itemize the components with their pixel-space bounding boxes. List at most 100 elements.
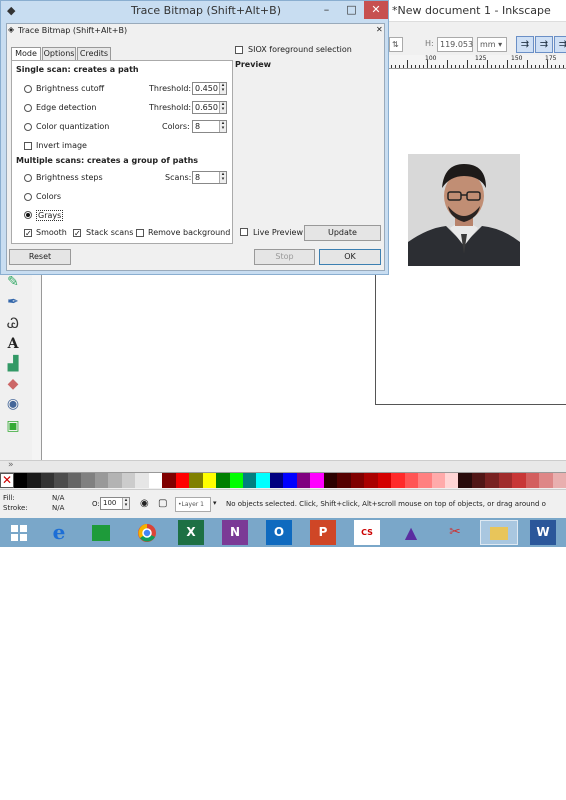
file-explorer-icon[interactable] — [480, 520, 518, 545]
color-swatch[interactable] — [445, 473, 459, 488]
tab-credits[interactable]: Credits — [77, 47, 111, 60]
tweak-tool-icon[interactable]: Ꮚ — [5, 316, 21, 332]
pen-tool-icon[interactable]: ✎ — [5, 274, 21, 290]
edge-threshold-input[interactable]: 0.650 ▴ ▾ — [192, 101, 227, 114]
cs-eagle-icon[interactable]: CS — [354, 520, 380, 545]
color-swatch[interactable] — [94, 473, 109, 488]
chrome-icon[interactable] — [134, 520, 160, 545]
stepper-icon[interactable]: ▴ ▾ — [219, 121, 226, 132]
onenote-icon[interactable]: N — [222, 520, 248, 545]
color-swatch[interactable] — [81, 473, 95, 488]
maximize-icon[interactable]: □ — [339, 1, 364, 19]
brightness-steps-radio[interactable] — [24, 174, 32, 182]
color-swatch[interactable] — [256, 473, 270, 488]
minimize-icon[interactable]: – — [314, 1, 339, 19]
ok-button[interactable]: OK — [319, 249, 381, 265]
color-quantization-radio[interactable] — [24, 123, 32, 131]
portrait-photo[interactable] — [408, 154, 520, 266]
color-swatch[interactable] — [296, 473, 311, 488]
color-swatch[interactable] — [337, 473, 351, 488]
stop-button[interactable]: Stop — [254, 249, 315, 265]
remove-background-checkbox[interactable] — [136, 229, 144, 237]
color-swatch[interactable] — [512, 473, 526, 488]
visibility-eye-icon[interactable]: ◉ — [140, 498, 149, 509]
color-swatch[interactable] — [404, 473, 419, 488]
color-palette[interactable]: ✕ — [0, 472, 566, 488]
update-button[interactable]: Update — [304, 225, 381, 241]
color-swatch[interactable] — [14, 473, 28, 488]
color-swatch[interactable] — [40, 473, 55, 488]
stack-scans-checkbox[interactable]: ✓ — [73, 229, 81, 238]
move-gradients-button[interactable]: ⇉ — [554, 36, 566, 53]
layer-dropdown-icon[interactable]: ▾ — [213, 499, 217, 507]
outlook-icon[interactable]: O — [266, 520, 292, 545]
scans-input[interactable]: 8 ▴ ▾ — [192, 171, 227, 184]
lock-icon[interactable]: ⇅ — [389, 37, 403, 52]
horizontal-scrollbar[interactable]: » — [0, 460, 566, 472]
windows-start-icon[interactable] — [6, 520, 32, 545]
close-icon[interactable]: ✕ — [364, 1, 388, 19]
live-preview-checkbox[interactable] — [240, 228, 248, 236]
color-swatch[interactable] — [350, 473, 365, 488]
stepper-icon[interactable]: ▴ ▾ — [219, 172, 226, 183]
color-swatch[interactable] — [485, 473, 499, 488]
color-swatch[interactable] — [121, 473, 136, 488]
color-swatch[interactable] — [418, 473, 432, 488]
layer-lock-icon[interactable]: ▢ — [158, 498, 167, 509]
expand-icon[interactable]: » — [8, 460, 14, 470]
color-swatch[interactable] — [27, 473, 41, 488]
color-swatch[interactable] — [471, 473, 486, 488]
spray-tool-icon[interactable]: ▟ — [5, 356, 21, 372]
dialog-title-bar[interactable]: ◆ Trace Bitmap (Shift+Alt+B) – □ ✕ — [1, 1, 388, 23]
colors-radio[interactable] — [24, 193, 32, 201]
color-swatch[interactable] — [54, 473, 68, 488]
color-swatch[interactable] — [108, 473, 122, 488]
paint-bucket-icon[interactable]: ◉ — [5, 396, 21, 412]
stepper-icon[interactable]: ▴ ▾ — [219, 102, 226, 113]
invert-image-checkbox[interactable] — [24, 142, 32, 150]
brightness-cutoff-radio[interactable] — [24, 85, 32, 93]
color-swatch[interactable] — [283, 473, 297, 488]
color-swatch[interactable] — [364, 473, 378, 488]
color-swatch[interactable] — [148, 473, 163, 488]
reset-button[interactable]: Reset — [9, 249, 71, 265]
color-swatch[interactable] — [135, 473, 149, 488]
text-tool-icon[interactable]: A — [5, 336, 21, 352]
edge-detection-radio[interactable] — [24, 104, 32, 112]
color-swatch[interactable] — [216, 473, 230, 488]
no-color-swatch[interactable]: ✕ — [0, 473, 14, 488]
dropper-tool-icon[interactable]: ▣ — [5, 418, 21, 434]
siox-checkbox[interactable] — [235, 46, 243, 54]
grays-radio[interactable] — [24, 211, 32, 219]
powerpoint-icon[interactable]: P — [310, 520, 336, 545]
color-swatch[interactable] — [310, 473, 324, 488]
brightness-threshold-input[interactable]: 0.450 ▴ ▾ — [192, 82, 227, 95]
color-swatch[interactable] — [431, 473, 445, 488]
eraser-tool-icon[interactable]: ◆ — [5, 376, 21, 392]
height-input[interactable]: 119.053 — [437, 37, 473, 52]
color-swatch[interactable] — [67, 473, 82, 488]
color-swatch[interactable] — [202, 473, 217, 488]
color-swatch[interactable] — [323, 473, 338, 488]
color-swatch[interactable] — [539, 473, 553, 488]
color-swatch[interactable] — [189, 473, 203, 488]
colors-input[interactable]: 8 ▴ ▾ — [192, 120, 227, 133]
scale-stroke-button[interactable]: ⇉ — [516, 36, 534, 53]
scale-corners-button[interactable]: ⇉ — [535, 36, 553, 53]
color-swatch[interactable] — [552, 473, 566, 488]
excel-icon[interactable]: X — [178, 520, 204, 545]
panel-close-icon[interactable]: ✕ — [376, 25, 383, 34]
color-swatch[interactable] — [525, 473, 540, 488]
opacity-input[interactable]: 100 ▴ ▾ — [100, 497, 130, 510]
color-swatch[interactable] — [391, 473, 405, 488]
internet-explorer-icon[interactable]: e — [46, 520, 72, 545]
smooth-checkbox[interactable]: ✓ — [24, 229, 32, 238]
color-swatch[interactable] — [458, 473, 472, 488]
unit-select[interactable]: mm ▾ — [477, 37, 507, 52]
inkscape-app-icon[interactable]: ▲ — [398, 520, 424, 545]
color-swatch[interactable] — [377, 473, 392, 488]
word-icon[interactable]: W — [530, 520, 556, 545]
color-swatch[interactable] — [162, 473, 176, 488]
store-icon[interactable] — [88, 520, 114, 545]
tab-mode[interactable]: Mode — [11, 47, 41, 60]
